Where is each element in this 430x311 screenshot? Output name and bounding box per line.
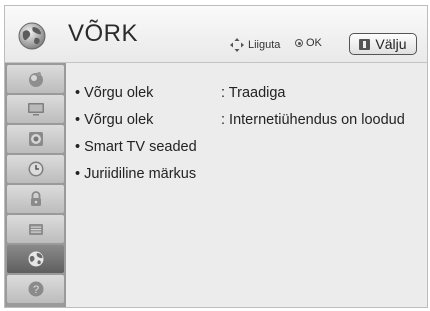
sidebar-item-support[interactable]: ? bbox=[7, 275, 64, 303]
sidebar-item-options[interactable] bbox=[7, 215, 64, 243]
menu-list: • Võrgu olek : Traadiga • Võrgu olek : Int… bbox=[67, 63, 427, 307]
sidebar-item-network[interactable] bbox=[7, 245, 64, 273]
network-menu-window: VÕRK Liiguta OK Välju ? • Võrgu olek: T… bbox=[4, 5, 428, 308]
options-icon bbox=[28, 224, 43, 235]
menu-item-legal-notice[interactable]: • Juriidiline märkus bbox=[75, 166, 221, 182]
menu-item-label: • Smart TV seaded bbox=[75, 139, 197, 155]
screen-icon bbox=[27, 103, 44, 116]
sidebar-item-screen[interactable] bbox=[7, 95, 64, 123]
menu-item-network-status-connection[interactable]: • Võrgu olek : Traadiga bbox=[75, 85, 286, 101]
menu-item-label: • Võrgu olek bbox=[75, 85, 154, 101]
audio-icon bbox=[28, 132, 43, 146]
header: VÕRK Liiguta OK Välju bbox=[5, 6, 427, 63]
sidebar-item-lock[interactable] bbox=[7, 185, 64, 213]
ok-hint-label: OK bbox=[306, 37, 322, 49]
menu-item-network-status-internet[interactable]: • Võrgu olek : Internetiühendus on loodud bbox=[75, 112, 405, 128]
menu-item-value: : Traadiga bbox=[221, 85, 286, 101]
arrows-icon bbox=[230, 38, 244, 52]
sidebar-item-picture[interactable] bbox=[7, 65, 64, 93]
menu-item-label: • Võrgu olek bbox=[75, 112, 154, 128]
lock-icon bbox=[30, 191, 41, 206]
sidebar-item-time[interactable] bbox=[7, 155, 64, 183]
svg-text:?: ? bbox=[32, 284, 38, 296]
network-globe-icon bbox=[18, 22, 46, 50]
page-title: VÕRK bbox=[68, 20, 139, 47]
menu-item-label: • Juriidiline märkus bbox=[75, 166, 197, 182]
network-globe-icon bbox=[28, 251, 43, 267]
sidebar: ? bbox=[5, 63, 66, 307]
picture-icon bbox=[28, 72, 43, 87]
ok-hint: OK bbox=[295, 37, 322, 49]
sidebar-item-audio[interactable] bbox=[7, 125, 64, 153]
support-icon: ? bbox=[28, 281, 43, 297]
exit-icon bbox=[359, 38, 371, 50]
clock-icon bbox=[28, 161, 43, 177]
ok-button-icon bbox=[295, 39, 303, 47]
exit-button-label: Välju bbox=[375, 36, 407, 52]
move-hint: Liiguta bbox=[229, 37, 280, 53]
exit-button[interactable]: Välju bbox=[349, 33, 417, 55]
menu-item-value: : Internetiühendus on loodud bbox=[221, 112, 405, 128]
move-hint-label: Liiguta bbox=[248, 39, 281, 51]
menu-item-smart-tv-settings[interactable]: • Smart TV seaded bbox=[75, 139, 221, 155]
